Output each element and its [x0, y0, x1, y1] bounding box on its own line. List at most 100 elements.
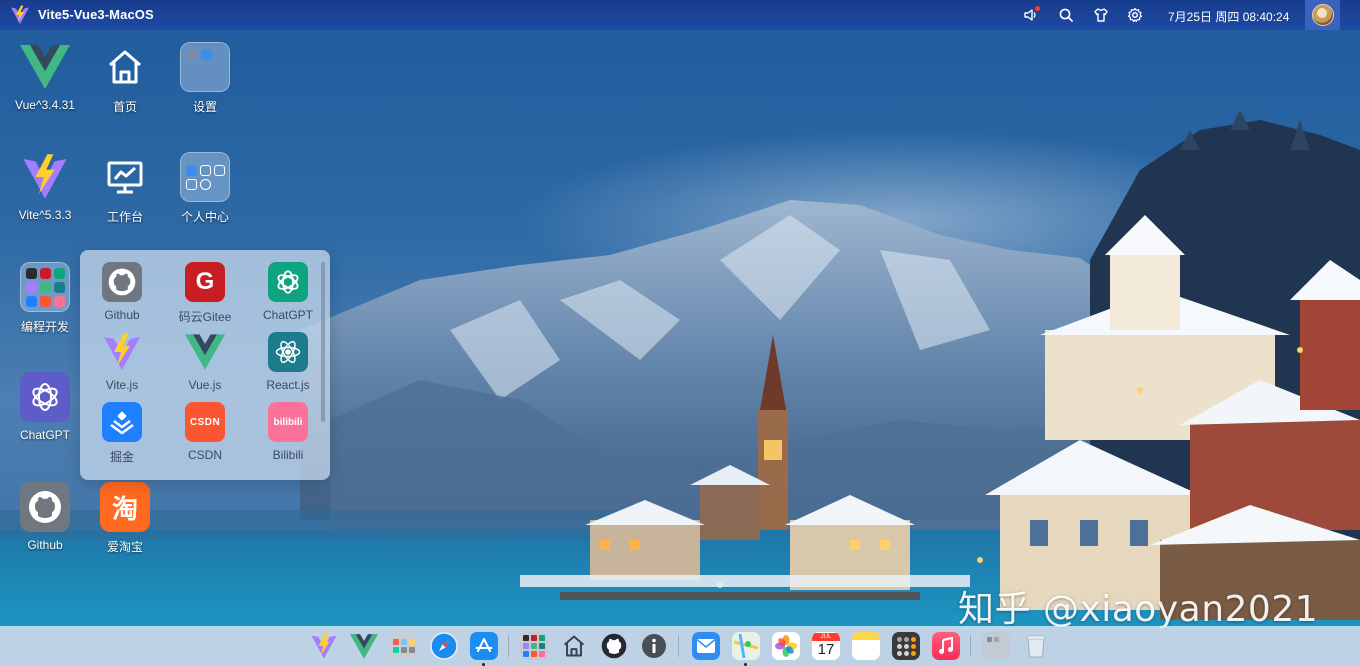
desktop-icon-chatgpt[interactable]: ChatGPT: [7, 372, 83, 442]
gitee-icon: G: [185, 262, 225, 302]
folder-app-chatgpt[interactable]: ChatGPT: [248, 262, 328, 322]
notification-dot: [1035, 6, 1040, 11]
app-title[interactable]: Vite5-Vue3-MacOS: [38, 7, 154, 22]
folder-app-csdn[interactable]: CSDN CSDN: [165, 402, 245, 462]
dock-maps[interactable]: [732, 632, 760, 666]
folder-app-label: ChatGPT: [262, 308, 313, 322]
desktop-icon-vite[interactable]: Vite^5.3.3: [7, 152, 83, 222]
avatar: [1311, 4, 1334, 26]
desktop-icon-label: 工作台: [106, 210, 143, 224]
photos-icon: [775, 635, 797, 657]
desktop-icon-label: 编程开发: [20, 320, 69, 334]
taobao-glyph: 淘: [111, 493, 138, 524]
dock-github[interactable]: [600, 632, 628, 660]
folder-app-label: Vite.js: [105, 378, 139, 392]
gear-icon[interactable]: [1126, 6, 1144, 24]
info-icon: [642, 634, 666, 658]
vue-logo-icon: [20, 42, 70, 92]
desktop-icon-label: 个人中心: [180, 210, 229, 224]
folder-popup-dev[interactable]: Github G 码云Gitee ChatGPT Vite.js Vue.js …: [80, 250, 330, 480]
notes-icon: [852, 632, 880, 660]
calendar-month: JUL: [812, 633, 840, 641]
dock-calendar[interactable]: JUL 17: [812, 632, 840, 660]
folder-icon: [180, 42, 230, 92]
dock-notes[interactable]: [852, 632, 880, 660]
folder-app-vue[interactable]: Vue.js: [165, 332, 245, 392]
home-icon: [100, 42, 150, 92]
folder-icon: [987, 637, 999, 642]
dock-photos[interactable]: [772, 632, 800, 660]
desktop-icon-label: 设置: [192, 100, 217, 114]
folder-app-label: 掘金: [109, 450, 134, 464]
vue-logo-icon: [350, 633, 378, 659]
launchpad-icon: [393, 639, 415, 653]
watermark: 知乎 @xiaoyan2021: [958, 589, 1319, 630]
home-icon: [563, 635, 585, 657]
folder-app-label: Vue.js: [188, 378, 222, 392]
trash-icon: [1026, 635, 1046, 658]
music-icon: [939, 637, 953, 654]
taobao-icon: 淘: [100, 482, 150, 532]
desktop-icon-vue[interactable]: Vue^3.4.31: [7, 42, 83, 112]
github-icon: [20, 482, 70, 532]
vite-logo-icon: [311, 632, 337, 659]
user-avatar-button[interactable]: [1305, 0, 1340, 30]
desktop-icon-label: ChatGPT: [19, 428, 70, 442]
dock-mail[interactable]: [692, 632, 720, 660]
desktop-folder-profile[interactable]: 个人中心: [167, 152, 243, 225]
vite-logo-icon: [20, 152, 70, 202]
desktop-icon-taobao[interactable]: 淘 爱淘宝: [87, 482, 163, 555]
maps-icon: [734, 634, 758, 658]
vite-logo-icon[interactable]: [10, 5, 30, 25]
folder-app-label: CSDN: [187, 448, 222, 462]
folder-app-vite[interactable]: Vite.js: [82, 332, 162, 392]
apps-folder-icon: [523, 635, 545, 657]
desktop-icon-label: 首页: [112, 100, 137, 114]
folder-icon: [180, 152, 230, 202]
folder-app-gitee[interactable]: G 码云Gitee: [165, 262, 245, 325]
dock-vue[interactable]: [350, 632, 378, 660]
bilibili-icon: bilibili: [268, 402, 308, 442]
chatgpt-icon: [20, 372, 70, 422]
csdn-glyph: CSDN: [189, 416, 221, 428]
dock-launchpad[interactable]: [390, 632, 418, 660]
github-icon: [601, 633, 627, 659]
dock-trash[interactable]: [1022, 632, 1050, 660]
desktop-folder-dev[interactable]: 编程开发: [7, 262, 83, 335]
folder-app-github[interactable]: Github: [82, 262, 162, 322]
tshirt-icon[interactable]: [1092, 6, 1110, 24]
desktop-icon-label: Github: [27, 538, 63, 552]
bilibili-glyph: bilibili: [273, 416, 303, 428]
desktop-icon-github[interactable]: Github: [7, 482, 83, 552]
dock-home[interactable]: [560, 632, 588, 660]
folder-app-label: Bilibili: [272, 448, 304, 462]
dock-apps-folder[interactable]: [520, 632, 548, 660]
folder-scrollbar[interactable]: [321, 262, 325, 422]
desktop-icon-home[interactable]: 首页: [87, 42, 163, 115]
safari-icon: [430, 632, 458, 660]
chatgpt-icon: [268, 262, 308, 302]
folder-app-juejin[interactable]: 掘金: [82, 402, 162, 465]
csdn-icon: CSDN: [185, 402, 225, 442]
folder-app-react[interactable]: React.js: [248, 332, 328, 392]
dock-appstore[interactable]: [470, 632, 498, 666]
folder-app-bilibili[interactable]: bilibili Bilibili: [248, 402, 328, 462]
dock: JUL 17: [0, 626, 1360, 666]
vite-logo-icon: [102, 332, 142, 372]
dock-folder[interactable]: [982, 632, 1010, 660]
search-icon[interactable]: [1057, 6, 1075, 24]
dock-calculator[interactable]: [892, 632, 920, 660]
desktop-icon-workbench[interactable]: 工作台: [87, 152, 163, 225]
dock-info[interactable]: [640, 632, 668, 660]
appstore-icon: [475, 638, 493, 652]
dock-vite[interactable]: [310, 632, 338, 660]
folder-icon: [20, 262, 70, 312]
volume-icon[interactable]: [1022, 6, 1040, 24]
desktop-icon-label: 爱淘宝: [106, 540, 143, 554]
desktop-icon-label: Vue^3.4.31: [15, 98, 75, 112]
dock-safari[interactable]: [430, 632, 458, 660]
dock-music[interactable]: [932, 632, 960, 660]
clock[interactable]: 7月25日 周四 08:40:24: [1168, 8, 1289, 25]
dock-separator: [970, 635, 971, 657]
desktop-folder-settings[interactable]: 设置: [167, 42, 243, 115]
